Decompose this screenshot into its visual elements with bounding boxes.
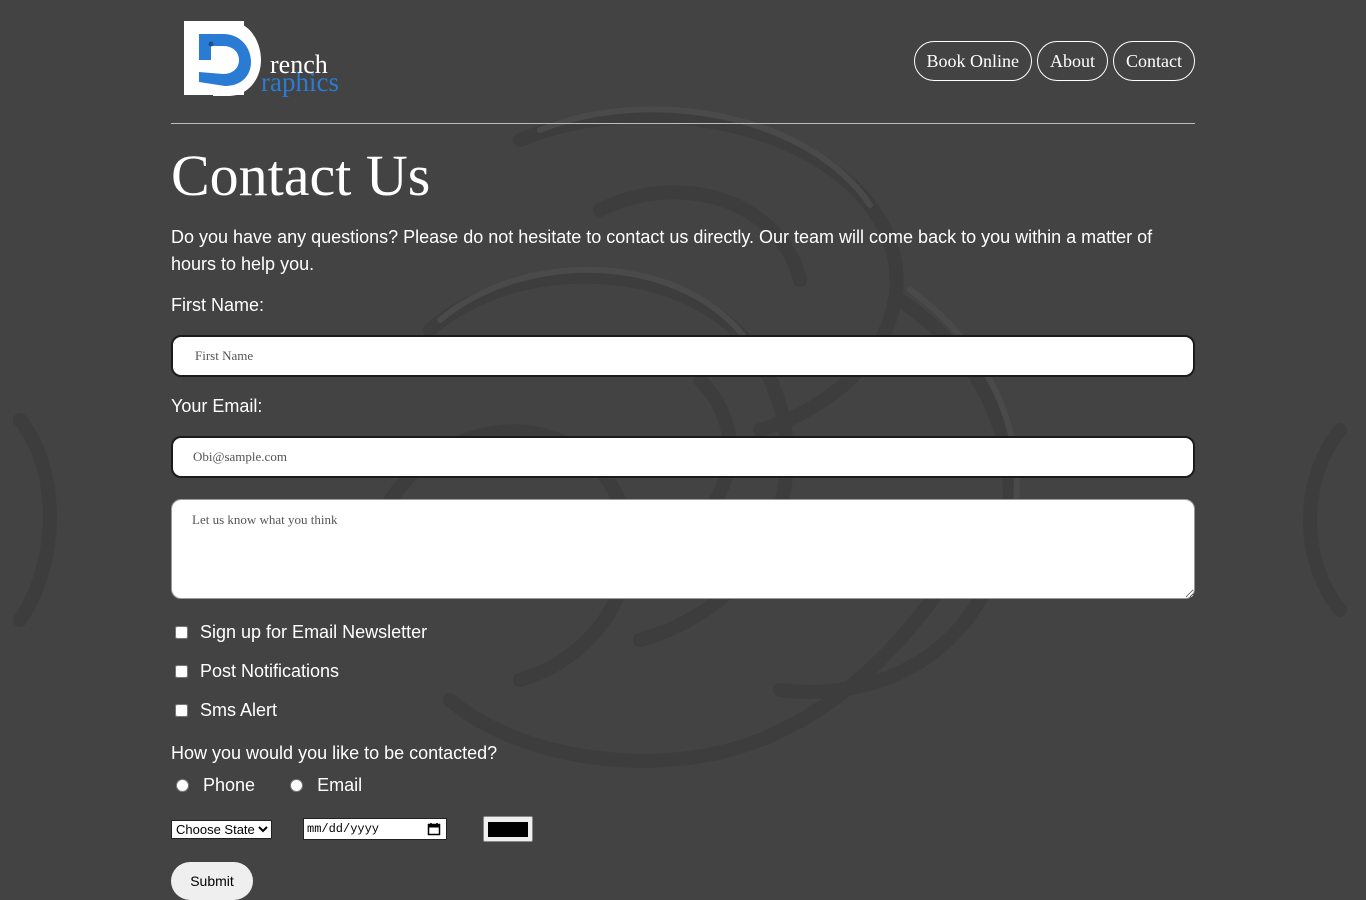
sms-alert-checkbox[interactable] [175, 704, 188, 717]
calendar-icon[interactable] [427, 822, 441, 836]
nav-about-button[interactable]: About [1037, 41, 1108, 81]
message-textarea[interactable] [171, 499, 1195, 599]
email-radio-label: Email [317, 775, 363, 795]
color-picker-swatch [488, 821, 528, 837]
phone-radio-label: Phone [203, 775, 256, 795]
extra-inputs-row: Choose State mm/dd/yyyy [171, 816, 1195, 842]
email-label: Your Email: [171, 396, 263, 416]
page-container: raphics rench Book Online About Contact … [171, 0, 1195, 900]
logo-wordmark-primary: rench [270, 50, 328, 79]
first-name-input[interactable] [171, 335, 1195, 377]
brand-logo[interactable]: raphics rench [183, 18, 343, 102]
newsletter-label: Sign up for Email Newsletter [200, 622, 428, 642]
color-picker[interactable] [483, 816, 533, 842]
contact-method-options: Phone Email [171, 775, 1195, 796]
logo-mark-icon [184, 21, 261, 96]
post-notifications-option: Post Notifications [171, 652, 1195, 691]
first-name-label: First Name: [171, 295, 265, 315]
nav-book-online-button[interactable]: Book Online [913, 41, 1032, 81]
contact-method-question: How you would you like to be contacted? [171, 743, 498, 763]
nav-contact-button[interactable]: Contact [1113, 41, 1195, 81]
notification-options: Sign up for Email Newsletter Post Notifi… [171, 613, 1195, 730]
newsletter-option: Sign up for Email Newsletter [171, 613, 1195, 652]
contact-form: First Name: Your Email: Sign up for Emai… [171, 295, 1195, 900]
email-radio[interactable] [290, 779, 304, 792]
newsletter-checkbox[interactable] [175, 626, 188, 639]
site-header: raphics rench Book Online About Contact [171, 0, 1195, 124]
phone-radio[interactable] [176, 779, 189, 792]
post-notifications-label: Post Notifications [200, 661, 340, 681]
email-input[interactable] [171, 436, 1195, 478]
date-input-value: mm/dd/yyyy [307, 822, 380, 836]
sms-alert-option: Sms Alert [171, 691, 1195, 730]
main-nav: Book Online About Contact [913, 41, 1195, 81]
sms-alert-label: Sms Alert [200, 700, 278, 720]
submit-button[interactable]: Submit [171, 862, 253, 900]
intro-text: Do you have any questions? Please do not… [171, 227, 1153, 274]
date-input[interactable]: mm/dd/yyyy [303, 818, 447, 840]
post-notifications-checkbox[interactable] [175, 665, 188, 678]
page-title: Contact Us [171, 143, 431, 208]
state-select[interactable]: Choose State [171, 819, 272, 839]
